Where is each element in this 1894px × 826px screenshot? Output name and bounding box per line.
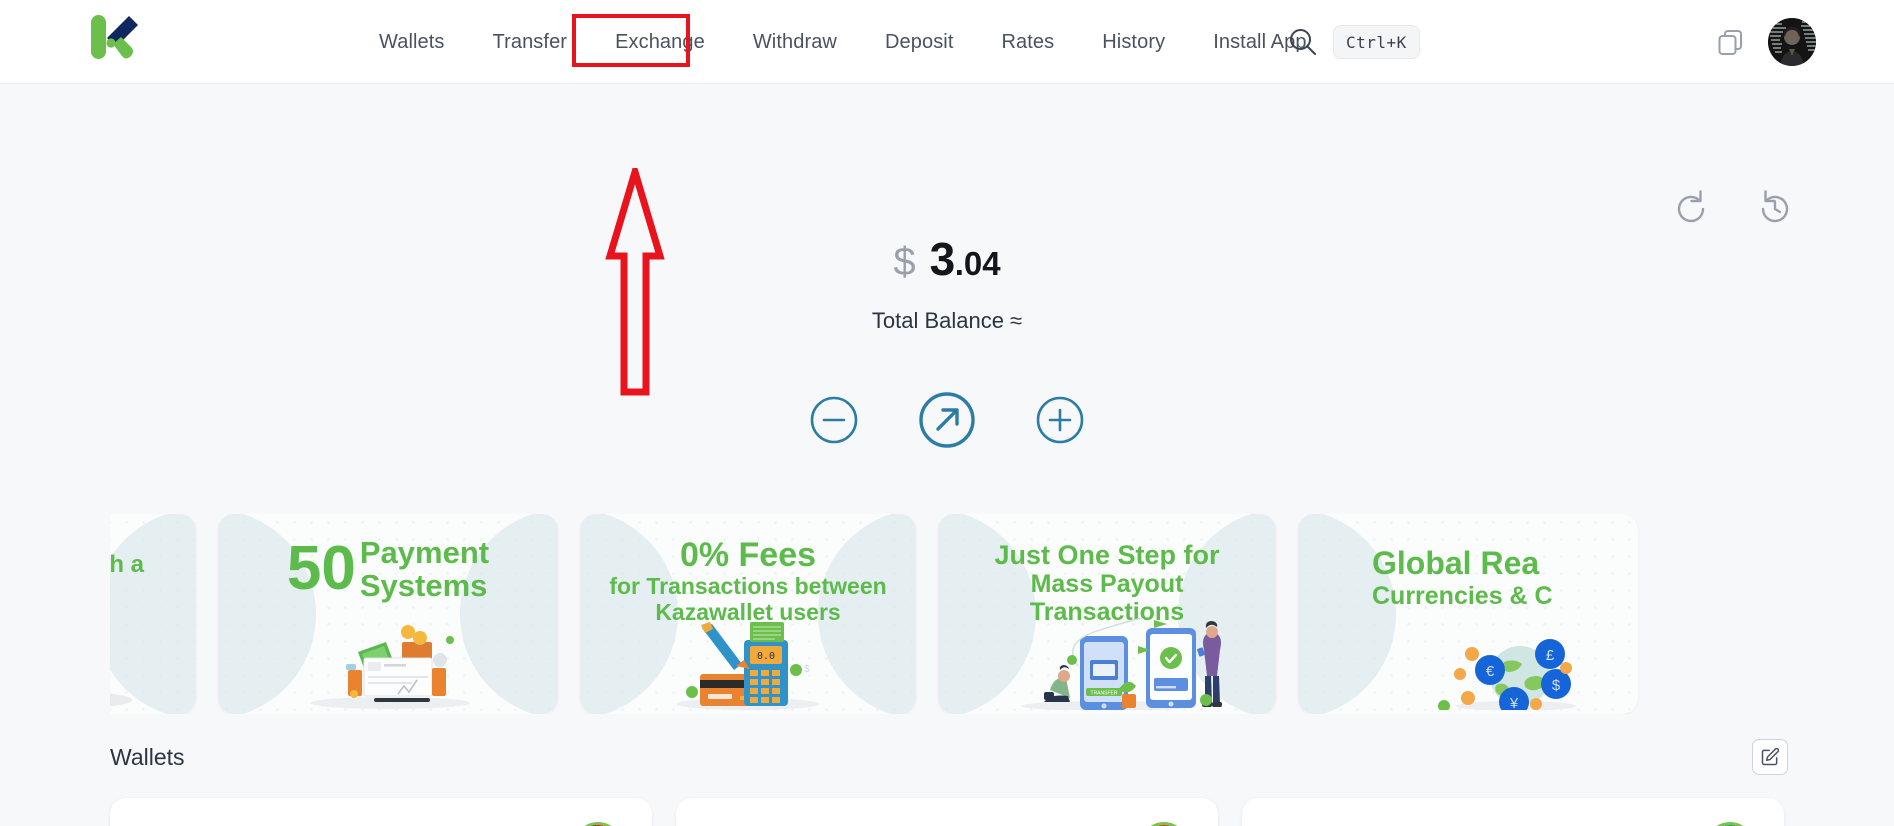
nav-link-exchange[interactable]: Exchange — [591, 0, 729, 84]
top-navbar: Wallets Transfer Exchange Withdraw Depos… — [0, 0, 1894, 84]
nav-link-wallets[interactable]: Wallets — [355, 0, 469, 84]
banner-big-number: 50 — [286, 534, 356, 604]
balance-currency-symbol: $ — [893, 240, 916, 284]
total-balance-label: Total Balance ≈ — [871, 308, 1023, 333]
wallets-grid: US DOLLAR $ 0.00 — [110, 798, 1785, 826]
coins-art — [110, 693, 132, 707]
banner-mass-payout[interactable]: Just One Step for Mass Payout Transactio… — [938, 514, 1276, 714]
banner-text: 50 Payment Systems — [286, 534, 490, 604]
balance-amount: $ 3.04 — [0, 236, 1894, 282]
svg-text:¥: ¥ — [1509, 695, 1519, 710]
flag-ae — [1706, 822, 1754, 826]
svg-text:0.0: 0.0 — [757, 651, 775, 662]
refresh-icon[interactable] — [1670, 188, 1712, 230]
globe-currencies-art: £ € $ ¥ — [1438, 639, 1576, 710]
banner-text: Global Rea Currencies & C — [1372, 545, 1553, 610]
edit-pencil-square-icon[interactable] — [1752, 739, 1788, 775]
clock-history-icon[interactable] — [1754, 188, 1796, 230]
banner-text: Just One Step for Mass Payout Transactio… — [994, 540, 1220, 627]
svg-text:TRANSFER: TRANSFER — [1091, 691, 1118, 697]
page-body: $ 3.04 Total Balance ≈ h a 50 Payment Sy… — [0, 84, 1894, 826]
kazawallet-k-logo[interactable] — [85, 8, 143, 66]
banner-text: 0% Fees for Transactions between Kazawal… — [609, 536, 887, 625]
money-check-art — [310, 625, 470, 709]
flag-sy — [1140, 822, 1188, 826]
copy-icon[interactable] — [1715, 26, 1747, 58]
svg-text:$: $ — [1552, 677, 1561, 694]
balance-decimal: .04 — [954, 245, 1001, 282]
banner-text: with a K — [110, 551, 145, 578]
balance-integer: 3 — [929, 233, 956, 285]
nav-link-withdraw[interactable]: Withdraw — [729, 0, 861, 84]
search-icon[interactable] — [1285, 24, 1321, 60]
nav-link-transfer[interactable]: Transfer — [469, 0, 592, 84]
page-top-actions — [1670, 188, 1796, 230]
banner-payment-systems[interactable]: 50 Payment Systems — [218, 514, 558, 714]
nav-link-history[interactable]: History — [1078, 0, 1189, 84]
plus-circle-icon[interactable] — [1035, 395, 1085, 450]
user-avatar[interactable] — [1768, 18, 1816, 66]
arrow-up-right-circle-icon[interactable] — [917, 390, 977, 455]
flag-us — [574, 822, 622, 826]
phones-transfer-art: TRANSFER — [1021, 618, 1222, 710]
banner-zero-fees[interactable]: 0% Fees for Transactions between Kazawal… — [580, 514, 916, 714]
svg-text:£: £ — [1546, 647, 1555, 664]
quick-actions-row — [0, 390, 1894, 455]
banner-ambassador[interactable]: with a K — [110, 514, 196, 714]
search-shortcut-badge[interactable]: Ctrl+K — [1333, 25, 1420, 59]
svg-text:€: € — [1486, 663, 1495, 680]
promo-carousel[interactable]: with a K 50 Payment Systems — [110, 514, 1785, 714]
wallets-section-title: Wallets — [110, 744, 185, 770]
wallet-card-us-dollar[interactable]: US DOLLAR $ 0.00 — [110, 798, 652, 826]
minus-circle-icon[interactable] — [809, 395, 859, 450]
banner-global-reach[interactable]: Global Rea Currencies & C £ € $ ¥ — [1298, 514, 1638, 714]
nav-link-rates[interactable]: Rates — [978, 0, 1079, 84]
wallet-card-syrian-pound[interactable]: SYRIAN POUND $ 3.04 £ 44,783.75 — [676, 798, 1218, 826]
wallet-card-emarati-dirham[interactable]: EMARATI DIRHAM $ 0.00 د.إ 0.00 — [1242, 798, 1784, 826]
pos-terminal-art: 0.0 $ — [676, 622, 820, 710]
total-balance-block: $ 3.04 Total Balance ≈ — [0, 236, 1894, 334]
nav-links: Wallets Transfer Exchange Withdraw Depos… — [355, 0, 1331, 84]
nav-link-deposit[interactable]: Deposit — [861, 0, 978, 84]
svg-text:$: $ — [804, 664, 810, 675]
